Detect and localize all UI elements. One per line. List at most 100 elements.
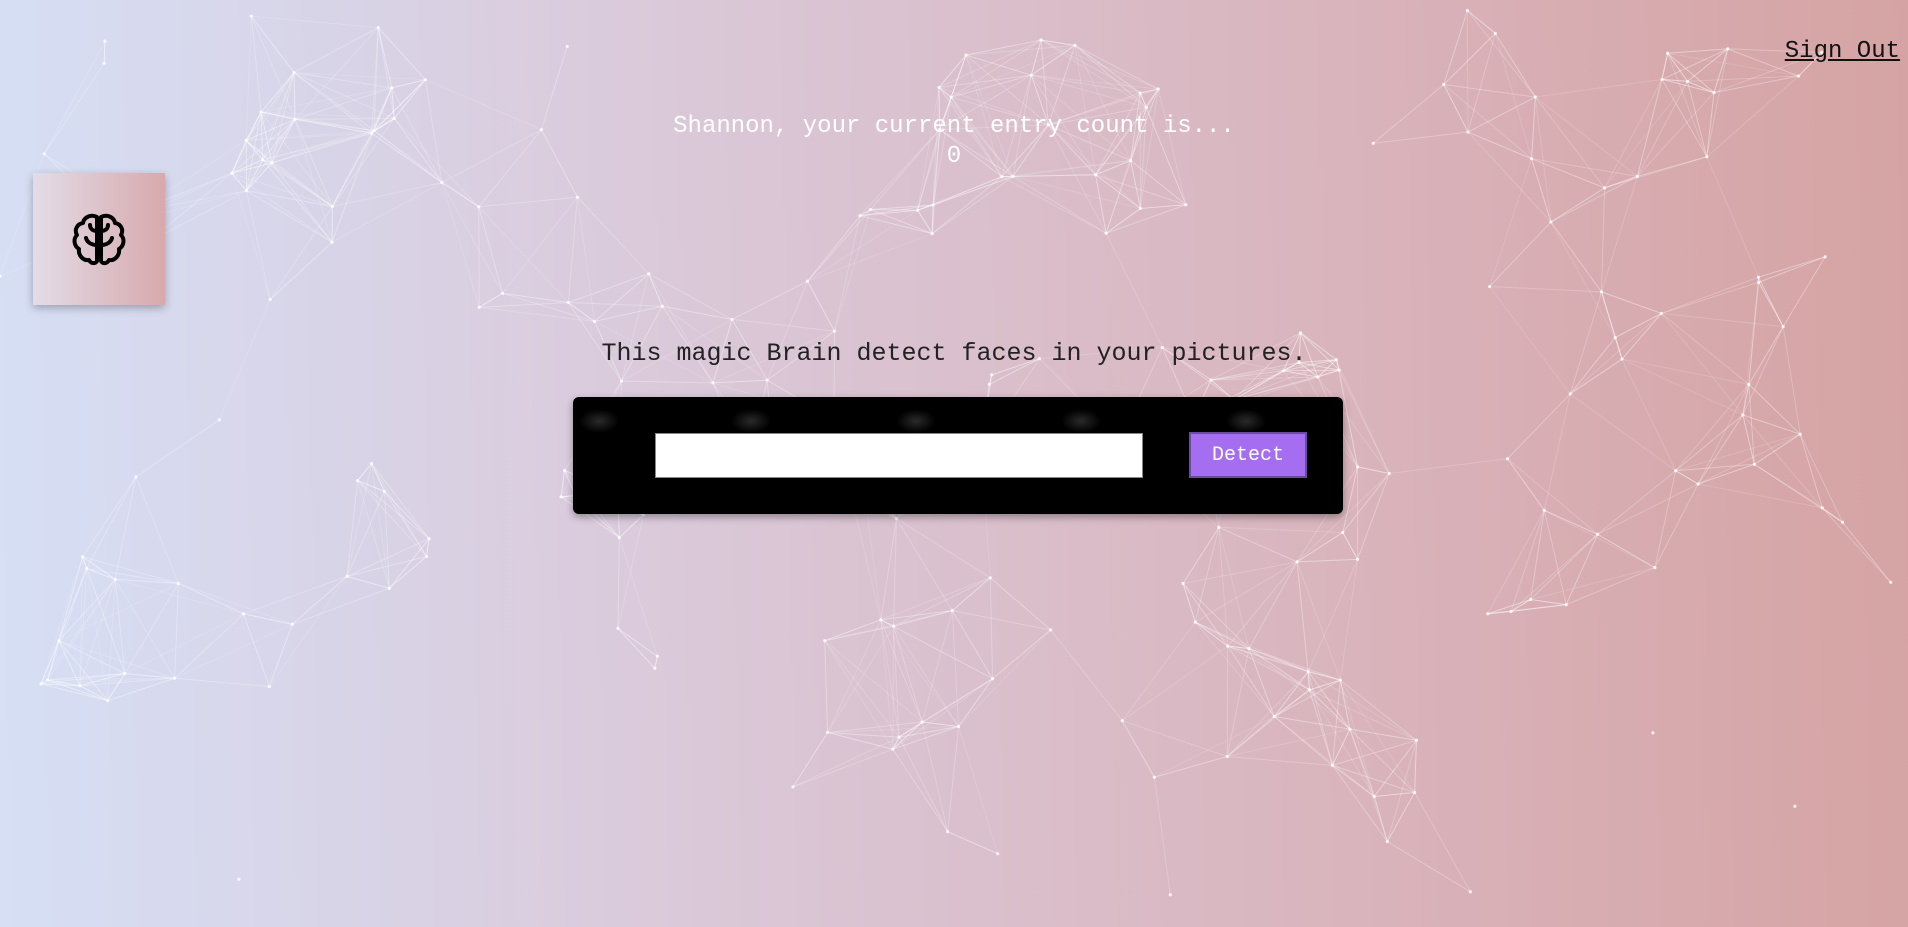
- network-node: [237, 877, 241, 881]
- form-glow: [731, 409, 771, 433]
- network-node: [987, 382, 991, 387]
- network-node: [440, 181, 444, 185]
- network-line: [1601, 291, 1662, 314]
- entry-count-message: Shannon, your current entry count is...: [673, 113, 1235, 140]
- network-node: [1488, 284, 1492, 289]
- network-line: [1153, 777, 1171, 895]
- network-line: [896, 518, 991, 579]
- network-line: [250, 15, 295, 73]
- network-line: [135, 476, 179, 584]
- network-node: [1757, 280, 1761, 284]
- network-node: [45, 678, 50, 682]
- network-line: [243, 613, 270, 687]
- detect-button[interactable]: Detect: [1189, 432, 1307, 478]
- network-line: [502, 196, 578, 294]
- network-node: [1156, 87, 1160, 91]
- network-line: [174, 623, 293, 679]
- image-url-input[interactable]: [655, 433, 1143, 478]
- network-node: [244, 189, 249, 193]
- network-line: [662, 305, 733, 320]
- network-node: [1104, 231, 1108, 235]
- network-line: [1218, 526, 1343, 533]
- network-line: [1154, 756, 1228, 778]
- network-line: [1386, 792, 1416, 842]
- network-node: [647, 272, 651, 276]
- network-node: [1596, 532, 1600, 536]
- network-node: [937, 85, 941, 90]
- network-node: [1073, 43, 1077, 47]
- network-line: [271, 162, 333, 243]
- network-node: [765, 378, 769, 382]
- network-node: [559, 495, 563, 499]
- network-node: [57, 639, 61, 643]
- network-line: [1332, 764, 1375, 797]
- network-node: [1168, 893, 1172, 897]
- network-line: [1307, 559, 1359, 672]
- network-line: [292, 587, 390, 625]
- network-line: [947, 726, 960, 832]
- network-line: [1543, 393, 1571, 511]
- network-node: [424, 554, 429, 559]
- network-node: [655, 654, 659, 658]
- network-line: [931, 176, 1003, 235]
- network-line: [859, 215, 933, 235]
- network-line: [1386, 740, 1417, 842]
- network-line: [1530, 533, 1598, 600]
- network-line: [1507, 458, 1598, 535]
- network-node: [1011, 174, 1015, 179]
- network-node: [81, 555, 85, 559]
- network-line: [1332, 739, 1417, 766]
- network-line: [58, 640, 109, 701]
- network-line: [174, 583, 179, 679]
- network-line: [567, 197, 578, 303]
- network-node: [1486, 612, 1490, 616]
- network-node: [1316, 375, 1320, 379]
- network-node: [1564, 603, 1568, 607]
- network-node: [1781, 325, 1785, 329]
- network-node: [1549, 220, 1553, 224]
- network-line: [502, 292, 569, 303]
- network-line: [478, 292, 503, 308]
- network-node: [964, 53, 968, 57]
- network-line: [231, 172, 333, 243]
- network-line: [618, 514, 644, 538]
- network-line: [1121, 645, 1228, 722]
- network-line: [332, 182, 442, 208]
- network-line: [938, 54, 967, 88]
- network-line: [1494, 33, 1536, 98]
- network-node: [477, 205, 481, 209]
- network-node: [592, 319, 597, 324]
- network-node: [84, 566, 89, 571]
- network-line: [989, 577, 994, 679]
- network-line: [1758, 256, 1826, 283]
- network-line: [293, 27, 379, 74]
- logo[interactable]: [33, 173, 165, 305]
- network-line: [617, 628, 658, 657]
- network-line: [1074, 44, 1147, 108]
- network-node: [1599, 290, 1604, 294]
- network-line: [40, 556, 84, 685]
- network-line: [1001, 176, 1107, 234]
- network-line: [1414, 740, 1417, 793]
- network-node: [376, 26, 380, 30]
- network-node: [1217, 525, 1221, 530]
- network-node: [823, 639, 827, 643]
- network-line: [992, 629, 1051, 680]
- sign-out-link[interactable]: Sign Out: [1785, 38, 1900, 65]
- network-line: [1227, 755, 1333, 766]
- network-node: [1651, 731, 1655, 735]
- network-node: [616, 626, 620, 631]
- network-node: [382, 489, 387, 494]
- network-line: [1543, 510, 1567, 605]
- network-line: [1121, 720, 1155, 778]
- network-node: [1348, 727, 1352, 731]
- network-line: [824, 640, 900, 738]
- network-node: [1307, 688, 1312, 692]
- network-line: [1274, 679, 1341, 717]
- network-node: [1048, 628, 1053, 632]
- network-line: [331, 182, 443, 243]
- network-node: [355, 478, 360, 483]
- network-node: [134, 475, 138, 479]
- network-line: [250, 16, 262, 113]
- network-node: [565, 44, 569, 49]
